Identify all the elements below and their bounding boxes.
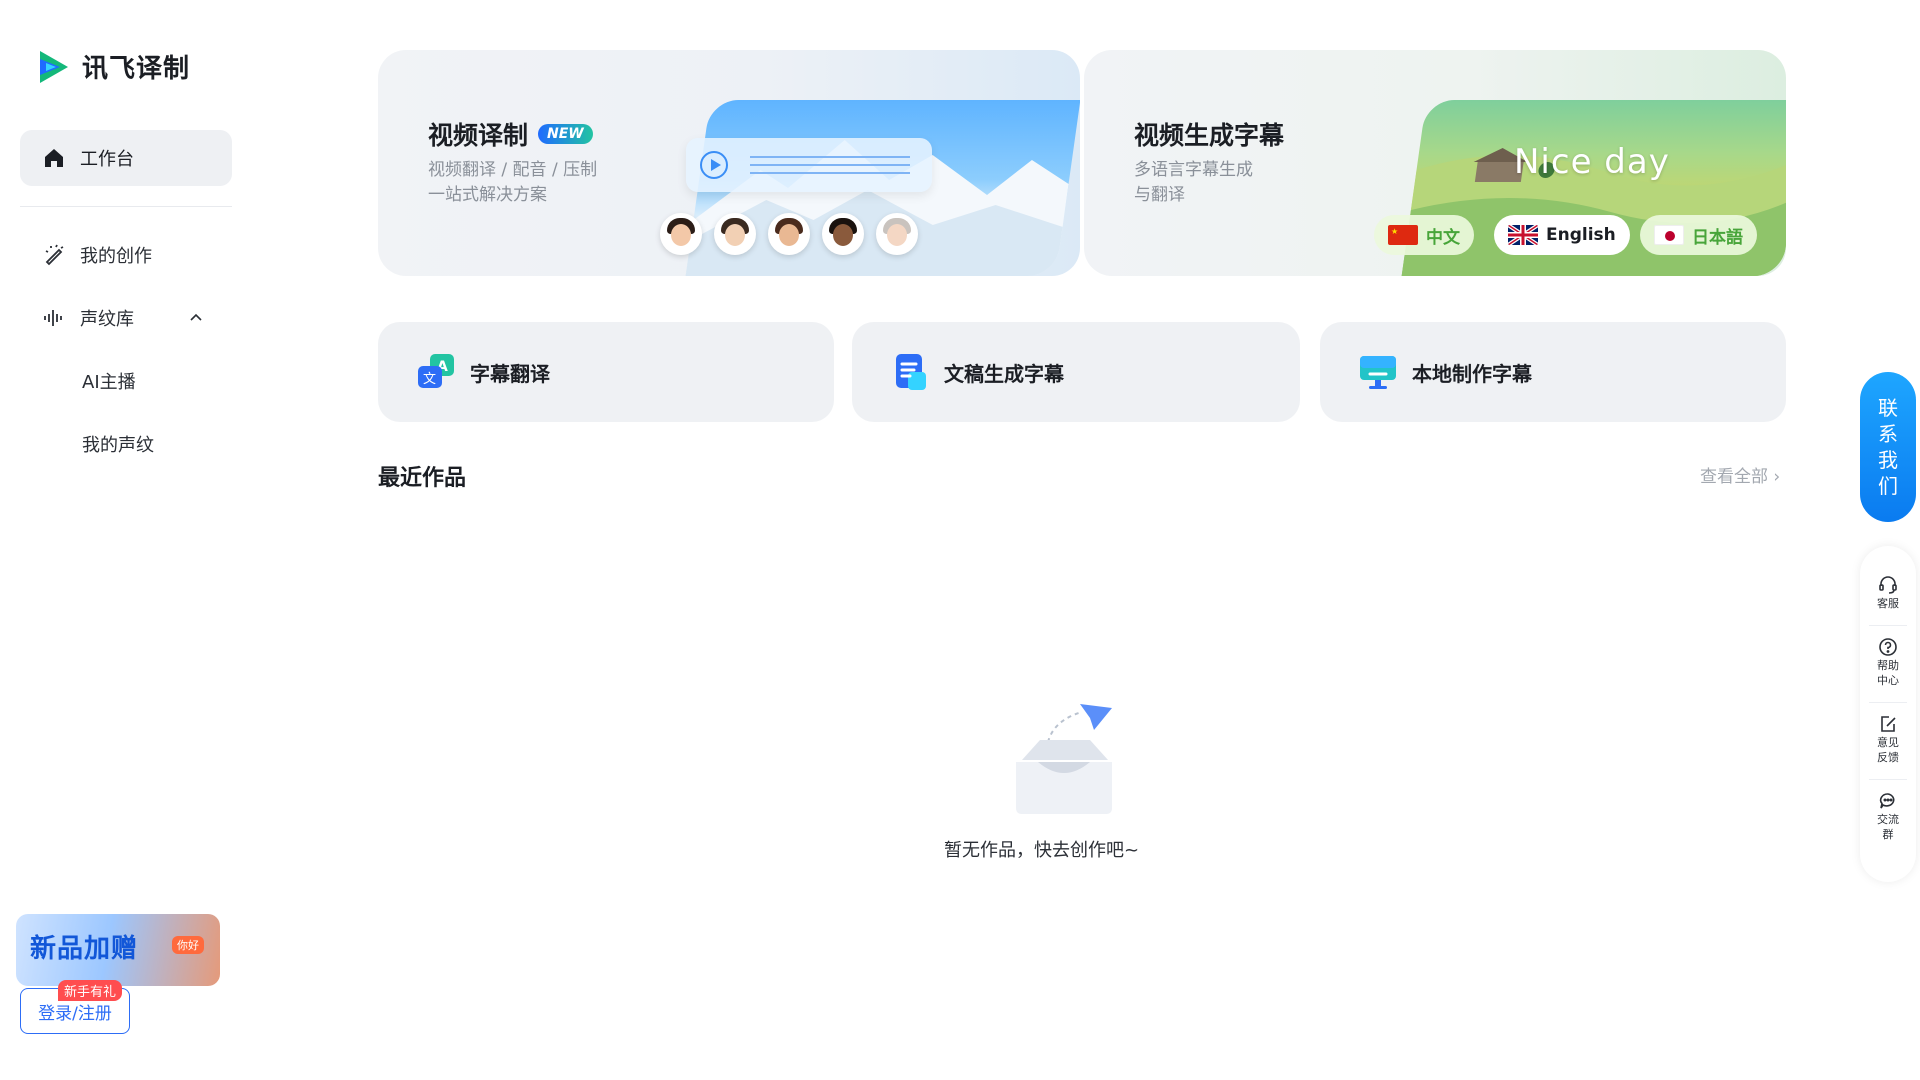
language-label: 中文 <box>1426 227 1460 248</box>
help-center-button[interactable]: 帮助中心 <box>1860 630 1916 698</box>
svg-text:★: ★ <box>1391 227 1398 236</box>
sidebar-item-my-creations[interactable]: 我的创作 <box>20 233 232 277</box>
video-player-card <box>686 138 932 192</box>
sidebar-item-voiceprint[interactable]: 声纹库 <box>20 296 232 340</box>
brand-name: 讯飞译制 <box>82 54 191 84</box>
rail-divider <box>1869 779 1907 780</box>
help-icon <box>1879 638 1897 656</box>
promo-tag: 你好 <box>172 936 204 954</box>
soundwave-icon <box>44 310 62 326</box>
monitor-icon <box>1360 356 1396 389</box>
app-root: 讯飞译制 工作台 我的创作 声纹库 AI主播 我的声纹 新品加赠 你好 登录/注… <box>0 0 1920 1080</box>
contact-char: 我 <box>1878 448 1898 472</box>
sidebar-item-label: 工作台 <box>80 149 134 170</box>
feedback-icon <box>1881 716 1896 732</box>
feedback-button[interactable]: 意见反馈 <box>1860 707 1916 775</box>
chat-icon <box>1879 793 1895 809</box>
language-chip-japanese[interactable]: 日本語 <box>1640 215 1757 255</box>
sidebar-subitem-my-voiceprint[interactable]: 我的声纹 <box>82 431 154 457</box>
view-all-label: 查看全部 <box>1700 467 1768 487</box>
language-chip-english[interactable]: English <box>1494 215 1630 255</box>
sidebar-divider <box>20 206 232 207</box>
rail-label: 交流群 <box>1877 813 1899 841</box>
avatar <box>660 213 702 255</box>
tool-label: 字幕翻译 <box>470 361 550 386</box>
avatar <box>768 213 810 255</box>
community-group-button[interactable]: 交流群 <box>1860 784 1916 852</box>
recent-works-title: 最近作品 <box>378 466 467 491</box>
svg-text:文: 文 <box>423 372 436 387</box>
chevron-right-icon: › <box>1773 467 1781 487</box>
sidebar-item-workspace[interactable]: 工作台 <box>20 130 232 186</box>
sidebar: 讯飞译制 工作台 我的创作 声纹库 AI主播 我的声纹 新品加赠 你好 登录/注… <box>0 0 240 1080</box>
customer-service-button[interactable]: 客服 <box>1860 568 1916 621</box>
banner-description: 视频翻译 / 配音 / 压制一站式解决方案 <box>428 160 598 205</box>
avatar <box>876 213 918 255</box>
language-label: 日本語 <box>1692 227 1743 248</box>
japan-flag-icon <box>1654 225 1684 245</box>
promo-banner[interactable]: 新品加赠 你好 <box>16 914 220 986</box>
language-label: English <box>1546 225 1616 245</box>
logo-icon <box>40 50 68 83</box>
brand-logo[interactable]: 讯飞译制 <box>38 48 190 85</box>
caption-line <box>750 156 910 158</box>
contact-us-button[interactable]: 联 系 我 们 <box>1860 372 1916 522</box>
contact-char: 联 <box>1878 396 1898 420</box>
rail-label: 意见反馈 <box>1877 736 1899 764</box>
caption-line <box>750 164 910 166</box>
sidebar-item-label: 声纹库 <box>80 309 134 330</box>
caption-line <box>750 172 910 174</box>
banner-title: 视频生成字幕 <box>1134 116 1284 152</box>
tool-label: 文稿生成字幕 <box>944 361 1064 386</box>
language-chip-chinese[interactable]: ★ 中文 <box>1374 215 1474 255</box>
rail-divider <box>1869 625 1907 626</box>
rail-label: 客服 <box>1877 597 1899 610</box>
magic-pen-icon <box>45 244 64 266</box>
avatar <box>822 213 864 255</box>
nice-day-text: Nice day <box>1514 142 1670 182</box>
banner-title: 视频译制 NEW <box>428 116 593 152</box>
banner-title-text: 视频译制 <box>428 121 529 150</box>
floating-toolbar: 客服 帮助中心 意见反馈 交流群 <box>1860 546 1916 882</box>
promo-title: 新品加赠 <box>30 934 139 964</box>
banner-title-text: 视频生成字幕 <box>1134 121 1285 150</box>
avatar-row <box>660 213 918 255</box>
newbie-gift-badge: 新手有礼 <box>58 980 123 1001</box>
uk-flag-icon <box>1508 225 1538 245</box>
headset-icon <box>1879 576 1897 594</box>
tool-label: 本地制作字幕 <box>1412 361 1532 386</box>
play-icon <box>700 151 728 179</box>
empty-box-icon <box>1016 704 1112 814</box>
banner-description: 多语言字幕生成与翻译 <box>1134 160 1253 205</box>
china-flag-icon: ★ <box>1388 225 1418 245</box>
contact-char: 系 <box>1878 422 1898 446</box>
script-to-subtitle-card[interactable]: 文稿生成字幕 <box>852 322 1300 422</box>
subtitle-translation-card[interactable]: A 文 字幕翻译 <box>378 322 834 422</box>
video-dubbing-banner[interactable]: 视频译制 NEW 视频翻译 / 配音 / 压制一站式解决方案 <box>378 50 1080 276</box>
view-all-link[interactable]: 查看全部 › <box>1700 462 1780 487</box>
rail-label: 帮助中心 <box>1877 659 1899 687</box>
document-icon <box>896 354 926 390</box>
sidebar-subitem-ai-anchor[interactable]: AI主播 <box>82 368 136 394</box>
rail-divider <box>1869 702 1907 703</box>
local-subtitle-card[interactable]: 本地制作字幕 <box>1320 322 1786 422</box>
contact-char: 们 <box>1878 474 1898 498</box>
avatar <box>714 213 756 255</box>
chevron-up-icon[interactable] <box>188 310 204 326</box>
sidebar-item-label: 我的创作 <box>80 246 152 267</box>
empty-state-text: 暂无作品，快去创作吧~ <box>944 840 1140 861</box>
new-badge: NEW <box>538 124 593 144</box>
home-icon <box>45 149 63 167</box>
video-subtitle-banner[interactable]: 视频生成字幕 多语言字幕生成与翻译 Nice day ★ 中文 English … <box>1084 50 1786 276</box>
translate-icon: A 文 <box>418 354 454 388</box>
